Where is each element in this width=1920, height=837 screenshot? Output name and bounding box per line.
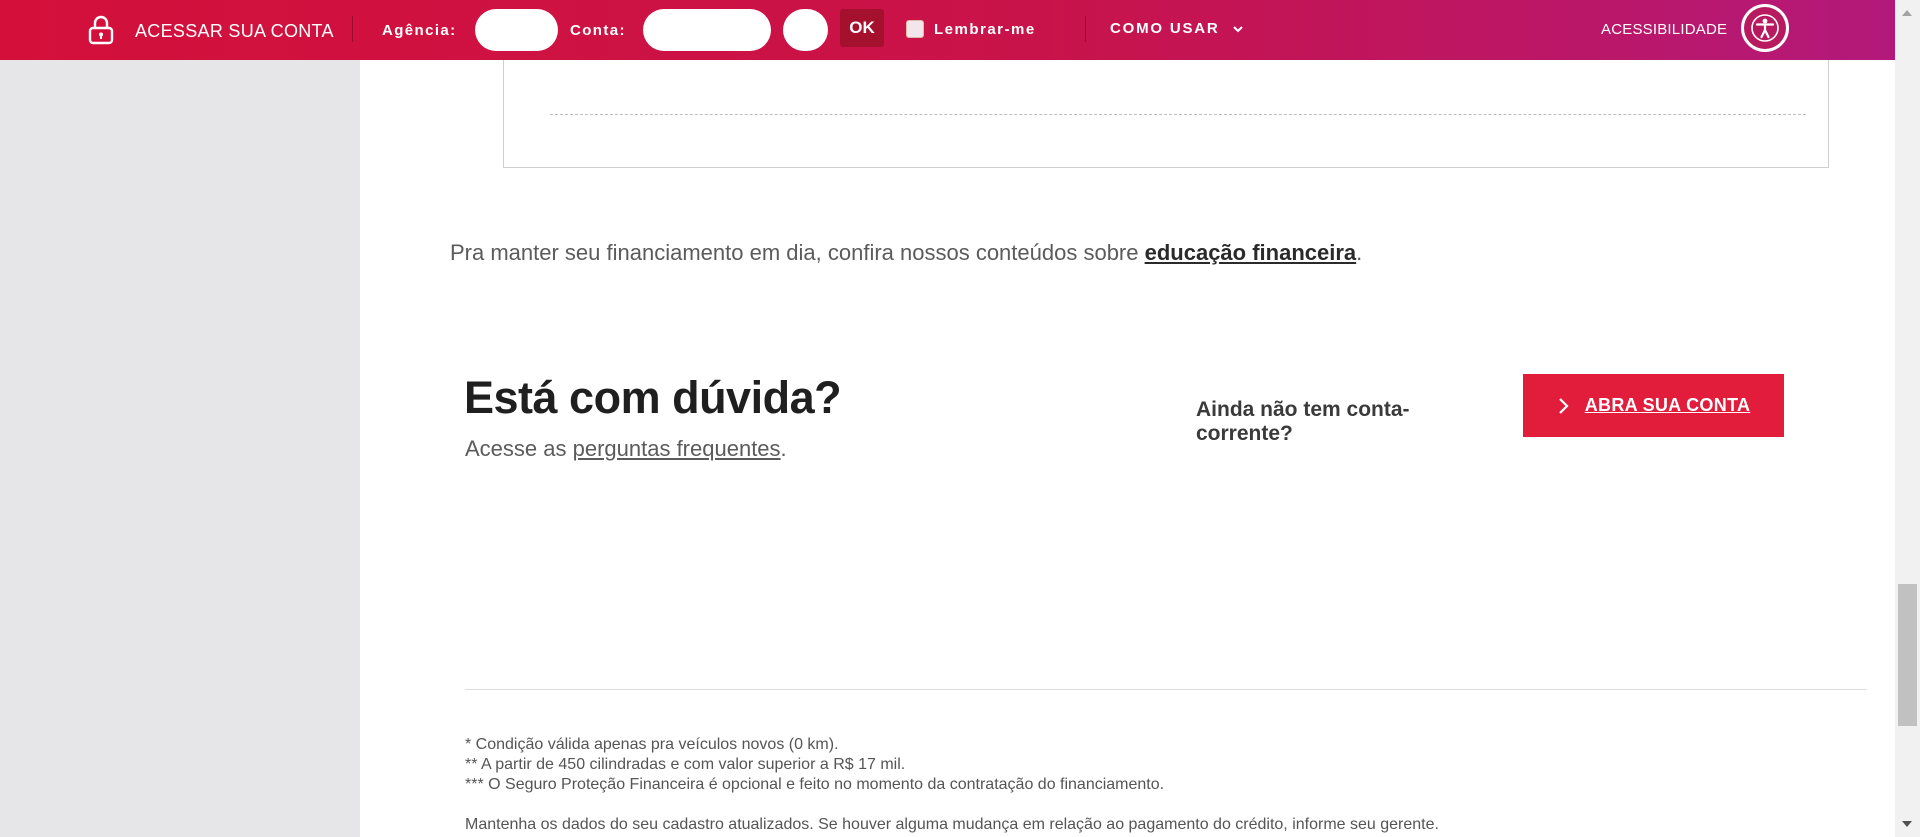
- divider: [352, 16, 353, 42]
- dashed-divider: [550, 114, 1806, 115]
- faq-title: Está com dúvida?: [464, 372, 842, 423]
- ok-button[interactable]: OK: [840, 9, 884, 47]
- open-account-label: ABRA SUA CONTA: [1584, 395, 1751, 415]
- lock-icon: [88, 15, 114, 45]
- chevron-down-icon[interactable]: [1232, 22, 1244, 34]
- faq-link[interactable]: perguntas frequentes: [573, 436, 781, 461]
- remember-label[interactable]: Lembrar-me: [934, 21, 1036, 38]
- arrow-right-icon: [1557, 397, 1571, 415]
- account-input[interactable]: [643, 9, 771, 51]
- scroll-up-icon[interactable]: [1902, 10, 1912, 16]
- access-account-label[interactable]: ACESSAR SUA CONTA: [135, 21, 334, 42]
- footnote: ** A partir de 450 cilindradas e com val…: [465, 756, 906, 773]
- remember-checkbox[interactable]: [906, 20, 924, 38]
- top-login-bar: ACESSAR SUA CONTA Agência: Conta: OK Lem…: [0, 0, 1895, 60]
- financial-education-link[interactable]: educação financeira: [1145, 240, 1357, 265]
- financial-education-text: Pra manter seu financiamento em dia, con…: [450, 240, 1362, 266]
- edu-prefix: Pra manter seu financiamento em dia, con…: [450, 240, 1145, 265]
- accessibility-label[interactable]: ACESSIBILIDADE: [1601, 21, 1727, 38]
- faq-subtitle: Acesse as perguntas frequentes.: [465, 436, 787, 462]
- accessibility-button[interactable]: [1741, 4, 1789, 52]
- edu-suffix: .: [1356, 240, 1363, 265]
- faq-suffix: .: [780, 436, 787, 461]
- scrollbar-thumb[interactable]: [1898, 584, 1917, 726]
- faq-prefix: Acesse as: [465, 436, 573, 461]
- account-label: Conta:: [570, 22, 626, 39]
- section-divider: [465, 689, 1867, 690]
- footnote: *** O Seguro Proteção Financeira é opcio…: [465, 776, 1165, 793]
- footnotes: * Condição válida apenas pra veículos no…: [465, 735, 1439, 835]
- divider: [1085, 16, 1086, 42]
- scroll-down-icon[interactable]: [1902, 821, 1912, 827]
- footnote: Mantenha os dados do seu cadastro atuali…: [465, 816, 1439, 833]
- footnote: * Condição válida apenas pra veículos no…: [465, 736, 839, 753]
- no-account-text: Ainda não tem conta-corrente?: [1196, 398, 1410, 446]
- vertical-scrollbar[interactable]: [1895, 0, 1920, 837]
- agency-input[interactable]: [475, 9, 558, 51]
- open-account-button[interactable]: ABRA SUA CONTA: [1523, 374, 1784, 437]
- account-digit-input[interactable]: [783, 9, 828, 51]
- how-to-use-menu[interactable]: COMO USAR: [1110, 20, 1220, 37]
- agency-label: Agência:: [382, 22, 457, 39]
- content-card: [503, 50, 1829, 168]
- accessibility-icon: [1744, 7, 1786, 49]
